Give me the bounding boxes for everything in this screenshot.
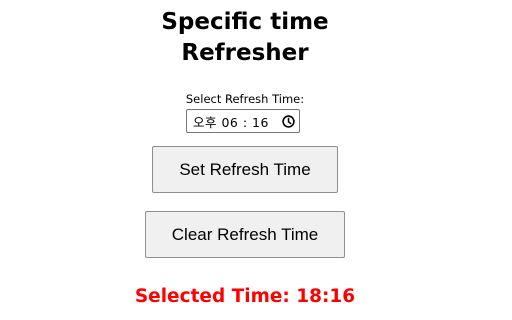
page-title: Specific time Refresher [0,7,490,69]
page-title-line2: Refresher [181,40,309,66]
selected-time-status: Selected Time: 18:16 [134,286,356,307]
page-title-line1: Specific time [161,9,329,35]
clear-refresh-time-button[interactable]: Clear Refresh Time [145,211,345,258]
refresh-time-label: Select Refresh Time: [185,92,305,106]
refresh-time-input[interactable]: 오후 06 : 16 [186,109,300,133]
refresh-time-value[interactable]: 오후 06 : 16 [193,112,281,131]
clock-icon[interactable] [281,114,295,128]
set-refresh-time-button[interactable]: Set Refresh Time [152,146,338,193]
